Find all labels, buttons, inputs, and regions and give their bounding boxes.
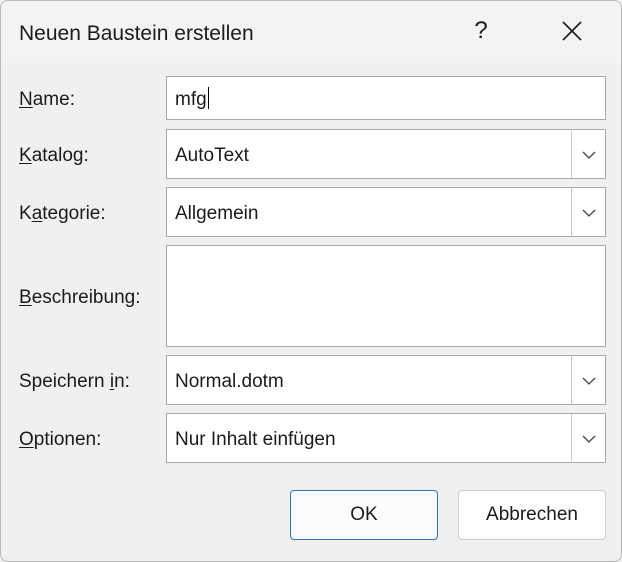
save-in-dropdown-button[interactable] — [571, 356, 605, 404]
chevron-down-icon — [582, 209, 596, 217]
close-button[interactable] — [547, 11, 597, 51]
category-select[interactable]: Allgemein — [166, 187, 606, 237]
description-textarea[interactable] — [166, 245, 606, 347]
save-in-label: Speichern in: — [19, 371, 130, 392]
ok-button[interactable]: OK — [290, 490, 438, 540]
close-icon — [562, 21, 582, 41]
name-label: Name: — [19, 89, 75, 110]
chevron-down-icon — [582, 151, 596, 159]
name-input[interactable]: mfg — [166, 76, 606, 120]
save-in-select-value: Normal.dotm — [175, 371, 284, 392]
description-label: Beschreibung: — [19, 287, 141, 308]
gallery-select-value: AutoText — [175, 145, 249, 166]
gallery-dropdown-button[interactable] — [571, 130, 605, 178]
chevron-down-icon — [582, 377, 596, 385]
chevron-down-icon — [582, 435, 596, 443]
options-select-value: Nur Inhalt einfügen — [175, 429, 336, 450]
gallery-select[interactable]: AutoText — [166, 129, 606, 179]
options-label: Optionen: — [19, 429, 102, 450]
category-dropdown-button[interactable] — [571, 188, 605, 236]
gallery-label: Katalog: — [19, 145, 89, 166]
new-building-block-dialog: Neuen Baustein erstellen ? Name: mfg Kat… — [0, 0, 622, 562]
title-bar: Neuen Baustein erstellen ? — [1, 1, 621, 63]
help-button[interactable]: ? — [461, 11, 501, 51]
name-input-value: mfg — [175, 89, 207, 110]
options-select[interactable]: Nur Inhalt einfügen — [166, 413, 606, 463]
cancel-button[interactable]: Abbrechen — [458, 490, 606, 540]
save-in-select[interactable]: Normal.dotm — [166, 355, 606, 405]
text-caret — [207, 87, 209, 109]
category-label: Kategorie: — [19, 203, 106, 224]
options-dropdown-button[interactable] — [571, 414, 605, 462]
category-select-value: Allgemein — [175, 203, 259, 224]
dialog-title: Neuen Baustein erstellen — [19, 22, 254, 45]
